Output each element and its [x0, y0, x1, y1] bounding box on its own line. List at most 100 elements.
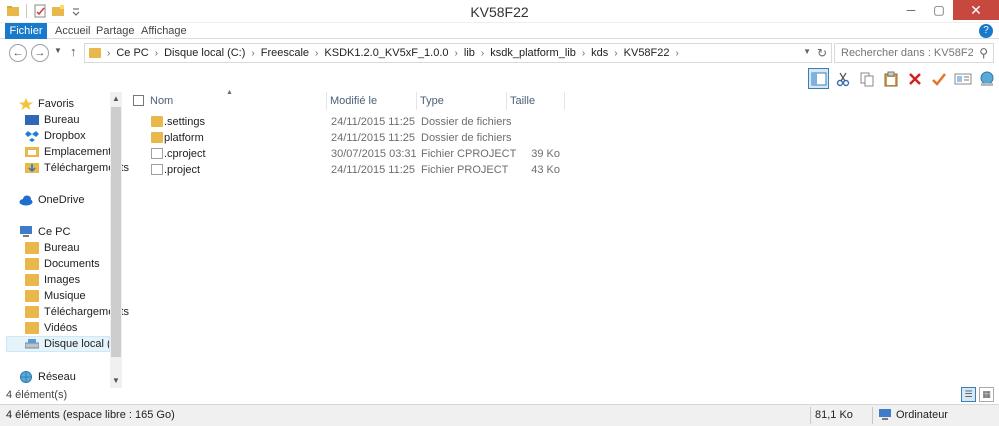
- breadcrumb-label: KSDK1.2.0_KV5xF_1.0.0: [324, 47, 449, 59]
- nav-label: Disque local (C:): [44, 338, 109, 350]
- nav-label: Images: [44, 274, 81, 286]
- nav-images[interactable]: Images: [25, 272, 80, 288]
- breadcrumb-disque-local[interactable]: Disque local (C:) ›: [164, 47, 261, 59]
- nav-disque-local[interactable]: Disque local (C:): [6, 336, 110, 352]
- breadcrumb-chevron[interactable]: ›: [107, 48, 116, 59]
- file-name: .settings: [164, 116, 205, 128]
- column-divider[interactable]: [416, 92, 417, 110]
- address-dropdown-icon[interactable]: ▼: [803, 47, 811, 56]
- table-row[interactable]: .settings 24/11/2015 11:25 Dossier de fi…: [124, 114, 604, 130]
- nav-emplacements-recents[interactable]: Emplacements récents: [25, 144, 110, 160]
- nav-musique[interactable]: Musique: [25, 288, 86, 304]
- window-title: KV58F22: [470, 4, 529, 20]
- file-icon: [151, 148, 163, 159]
- nav-label: Documents: [44, 258, 100, 270]
- bottom-status-bar: 4 éléments (espace libre : 165 Go) 81,1 …: [0, 404, 999, 426]
- help-icon[interactable]: ?: [979, 24, 993, 38]
- search-input[interactable]: [841, 47, 973, 59]
- tab-affichage[interactable]: Affichage: [141, 23, 187, 39]
- nav-label: Musique: [44, 290, 86, 302]
- network-icon[interactable]: [976, 68, 997, 89]
- search-box[interactable]: ⚲: [834, 43, 994, 63]
- delete-icon[interactable]: [904, 68, 925, 89]
- file-date: 24/11/2015 11:25: [331, 116, 416, 128]
- tab-accueil[interactable]: Accueil: [55, 23, 90, 39]
- desktop-icon: [25, 114, 39, 126]
- properties-icon[interactable]: [952, 68, 973, 89]
- layout-icon[interactable]: [808, 68, 829, 89]
- column-header-size[interactable]: Taille: [510, 92, 564, 110]
- file-date: 30/07/2015 03:31: [331, 148, 417, 160]
- back-button[interactable]: ←: [9, 44, 27, 62]
- chevron-right-icon: ›: [454, 47, 458, 59]
- select-all-checkbox[interactable]: [133, 95, 144, 106]
- column-header-type[interactable]: Type: [420, 92, 506, 110]
- up-arrow-icon[interactable]: ↑: [70, 44, 77, 59]
- address-bar[interactable]: › Ce PC › Disque local (C:) › Freescale › K…: [84, 43, 832, 63]
- forward-button[interactable]: →: [31, 44, 49, 62]
- recent-locations-chevron-icon[interactable]: ▼: [54, 46, 62, 55]
- chevron-right-icon: ›: [675, 47, 679, 59]
- file-name: platform: [164, 132, 204, 144]
- folder-icon: [151, 116, 163, 127]
- table-row[interactable]: platform 24/11/2015 11:25 Dossier de fic…: [124, 130, 604, 146]
- paste-icon[interactable]: [880, 68, 901, 89]
- column-divider[interactable]: [506, 92, 507, 110]
- copy-icon[interactable]: [856, 68, 877, 89]
- scroll-up-icon[interactable]: ▲: [110, 92, 122, 106]
- nav-onedrive[interactable]: OneDrive: [19, 192, 84, 208]
- close-button[interactable]: ✕: [953, 0, 999, 20]
- nav-bureau-pc[interactable]: Bureau: [25, 240, 79, 256]
- search-icon[interactable]: ⚲: [979, 46, 988, 60]
- scroll-thumb[interactable]: [111, 107, 121, 357]
- breadcrumb-lib[interactable]: lib ›: [464, 47, 490, 59]
- network-icon: [19, 371, 33, 383]
- minimize-button[interactable]: ─: [897, 0, 925, 20]
- nav-documents[interactable]: Documents: [25, 256, 100, 272]
- images-folder-icon: [25, 274, 39, 286]
- downloads-folder-icon: [25, 306, 39, 318]
- tab-fichier[interactable]: Fichier: [5, 23, 47, 39]
- window-controls: ─ ▢ ✕: [897, 0, 999, 20]
- column-divider[interactable]: [564, 92, 565, 110]
- location-status: Ordinateur: [878, 409, 948, 421]
- file-icon: [151, 164, 163, 175]
- column-header-name[interactable]: Nom: [150, 92, 326, 110]
- column-divider[interactable]: [326, 92, 327, 110]
- nav-dropbox[interactable]: Dropbox: [25, 128, 86, 144]
- toolbar-icons: [808, 68, 997, 89]
- nav-favoris[interactable]: Favoris: [19, 96, 74, 112]
- scroll-down-icon[interactable]: ▼: [110, 374, 122, 388]
- column-header-date[interactable]: Modifié le: [330, 92, 416, 110]
- table-row[interactable]: .cproject 30/07/2015 03:31 Fichier CPROJ…: [124, 146, 604, 162]
- nav-reseau[interactable]: Réseau: [19, 369, 76, 385]
- dropbox-icon: [25, 130, 39, 142]
- breadcrumb-kds[interactable]: kds ›: [591, 47, 623, 59]
- cut-icon[interactable]: [832, 68, 853, 89]
- large-icons-view-icon[interactable]: ▦: [979, 387, 994, 402]
- nav-label: Dropbox: [44, 130, 86, 142]
- breadcrumb-freescale[interactable]: Freescale ›: [261, 47, 325, 59]
- nav-label: Vidéos: [44, 322, 78, 334]
- refresh-icon[interactable]: ↻: [817, 46, 827, 60]
- breadcrumb-ce-pc[interactable]: Ce PC ›: [116, 47, 164, 59]
- view-switcher: ☰ ▦: [961, 387, 994, 402]
- maximize-button[interactable]: ▢: [925, 0, 953, 20]
- tab-partage[interactable]: Partage: [96, 23, 135, 39]
- title-bar: KV58F22 ─ ▢ ✕: [0, 0, 999, 23]
- navpane-scrollbar[interactable]: ▲ ▼: [110, 92, 122, 388]
- command-toolbar: [0, 66, 999, 92]
- divider: [810, 407, 811, 424]
- nav-bureau[interactable]: Bureau: [25, 112, 79, 128]
- table-row[interactable]: .project 24/11/2015 11:25 Fichier PROJEC…: [124, 162, 604, 178]
- chevron-right-icon: ›: [154, 47, 159, 59]
- nav-ce-pc[interactable]: Ce PC: [19, 224, 70, 240]
- breadcrumb-kv58f22[interactable]: KV58F22 ›: [624, 47, 685, 59]
- rename-icon[interactable]: [928, 68, 949, 89]
- details-view-icon[interactable]: ☰: [961, 387, 976, 402]
- nav-videos[interactable]: Vidéos: [25, 320, 77, 336]
- breadcrumb-ksdk-platform-lib[interactable]: ksdk_platform_lib ›: [490, 47, 591, 59]
- breadcrumb-ksdk[interactable]: KSDK1.2.0_KV5xF_1.0.0 ›: [324, 47, 463, 59]
- folder-icon: [151, 132, 163, 143]
- downloads-icon: [25, 162, 39, 174]
